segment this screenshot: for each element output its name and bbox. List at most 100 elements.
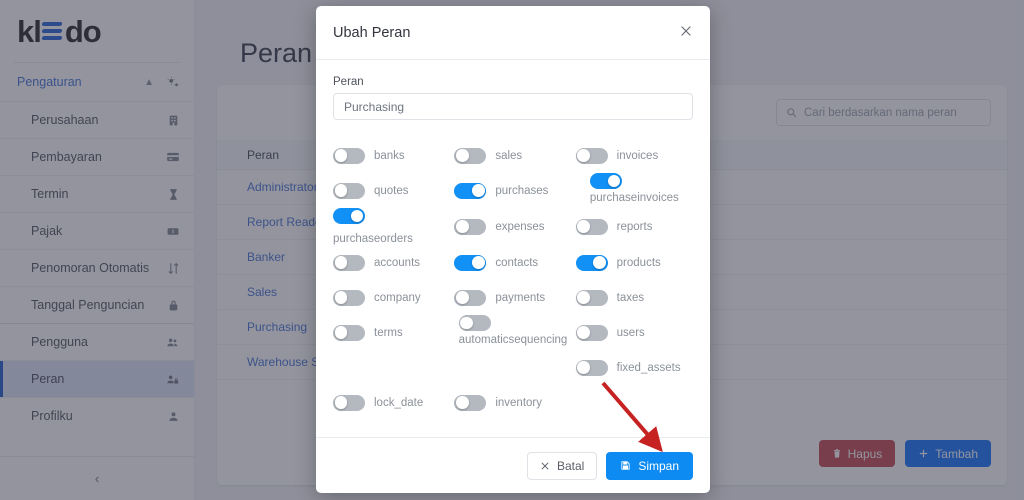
permission-toggle-taxes[interactable]: taxes bbox=[575, 280, 693, 315]
permission-toggle-contacts[interactable]: contacts bbox=[454, 245, 571, 280]
toggle-switch[interactable] bbox=[333, 394, 365, 411]
toggle-switch[interactable] bbox=[454, 289, 487, 306]
permission-toggle-products[interactable]: products bbox=[575, 245, 693, 280]
toggle-switch[interactable] bbox=[575, 324, 608, 341]
permission-label: banks bbox=[374, 149, 405, 162]
toggle-knob bbox=[460, 316, 474, 330]
permission-toggle-accounts[interactable]: accounts bbox=[333, 245, 450, 280]
permission-label: purchases bbox=[495, 184, 549, 197]
toggle-knob bbox=[471, 184, 485, 197]
cancel-button[interactable]: Batal bbox=[526, 451, 598, 480]
permission-toggle-company[interactable]: company bbox=[333, 280, 450, 315]
toggle-knob bbox=[607, 174, 621, 188]
toggle-knob bbox=[577, 220, 591, 233]
permission-label: expenses bbox=[495, 220, 545, 233]
permission-label: terms bbox=[374, 326, 403, 339]
toggle-switch[interactable] bbox=[333, 324, 365, 341]
toggle-switch[interactable] bbox=[454, 254, 487, 271]
toggle-switch[interactable] bbox=[458, 315, 491, 331]
permission-toggle-invoices[interactable]: invoices bbox=[575, 138, 693, 173]
toggle-switch[interactable] bbox=[454, 147, 487, 164]
permission-label: inventory bbox=[495, 396, 542, 409]
permission-label: purchaseinvoices bbox=[589, 192, 679, 204]
toggle-switch[interactable] bbox=[333, 254, 365, 271]
toggle-switch[interactable] bbox=[454, 394, 487, 411]
cancel-button-label: Batal bbox=[556, 458, 585, 473]
permission-toggle-sales[interactable]: sales bbox=[454, 138, 571, 173]
toggle-knob bbox=[577, 361, 591, 374]
toggle-switch[interactable] bbox=[333, 182, 365, 199]
toggle-switch[interactable] bbox=[575, 254, 608, 271]
permission-label: payments bbox=[495, 291, 546, 304]
toggle-knob bbox=[334, 149, 348, 162]
permission-label: quotes bbox=[374, 184, 409, 197]
permission-toggle-purchases[interactable]: purchases bbox=[454, 173, 571, 208]
role-name-value: Purchasing bbox=[344, 99, 405, 114]
permission-label: users bbox=[616, 326, 645, 339]
modal-header: Ubah Peran bbox=[316, 6, 710, 60]
toggle-knob bbox=[334, 184, 348, 197]
save-button-label: Simpan bbox=[638, 458, 679, 473]
toggle-knob bbox=[334, 326, 348, 339]
permission-toggle-banks[interactable]: banks bbox=[333, 138, 450, 173]
permission-label: accounts bbox=[374, 256, 421, 269]
toggle-knob bbox=[471, 256, 485, 269]
permission-toggle-quotes[interactable]: quotes bbox=[333, 173, 450, 208]
permission-toggle-users[interactable]: users bbox=[575, 315, 693, 350]
toggle-switch[interactable] bbox=[333, 208, 365, 224]
toggle-knob bbox=[593, 256, 607, 269]
permission-label: sales bbox=[495, 149, 523, 162]
permission-label: contacts bbox=[495, 256, 539, 269]
toggle-knob bbox=[577, 291, 591, 304]
toggle-knob bbox=[577, 149, 591, 162]
toggle-switch[interactable] bbox=[589, 173, 622, 189]
permission-label: products bbox=[616, 256, 661, 269]
app-root: kl do Pengaturan ▲ Perusahaan Pembayaran bbox=[0, 0, 1024, 500]
close-icon bbox=[540, 461, 550, 471]
modal-title: Ubah Peran bbox=[333, 24, 411, 41]
toggle-knob bbox=[455, 291, 469, 304]
permission-label: automaticsequencing bbox=[458, 334, 568, 346]
permission-toggle-purchaseinvoices[interactable]: purchaseinvoices bbox=[576, 173, 693, 208]
toggle-switch[interactable] bbox=[575, 218, 608, 235]
save-button[interactable]: Simpan bbox=[606, 451, 693, 480]
permission-toggle-purchaseorders[interactable]: purchaseorders bbox=[333, 208, 450, 245]
edit-role-modal: Ubah Peran Peran Purchasing banks sales in… bbox=[316, 6, 710, 493]
permission-toggle-automaticsequencing[interactable]: automaticsequencing bbox=[454, 315, 571, 350]
modal-footer: Batal Simpan bbox=[316, 437, 710, 493]
permission-toggle-lock_date[interactable]: lock_date bbox=[333, 385, 450, 420]
permission-label: reports bbox=[616, 220, 653, 233]
permission-label: taxes bbox=[616, 291, 645, 304]
toggle-switch[interactable] bbox=[575, 147, 608, 164]
toggle-switch[interactable] bbox=[575, 359, 608, 376]
toggle-switch[interactable] bbox=[454, 182, 487, 199]
toggle-knob bbox=[577, 326, 591, 339]
permission-toggle-reports[interactable]: reports bbox=[575, 208, 693, 245]
toggle-switch[interactable] bbox=[575, 289, 608, 306]
toggle-switch[interactable] bbox=[333, 147, 365, 164]
permission-toggle-expenses[interactable]: expenses bbox=[454, 208, 571, 245]
role-name-input[interactable]: Purchasing bbox=[333, 93, 693, 120]
permission-cell-empty bbox=[576, 385, 693, 420]
toggle-knob bbox=[350, 209, 364, 223]
permission-toggle-terms[interactable]: terms bbox=[333, 315, 450, 350]
toggle-knob bbox=[455, 396, 469, 409]
toggle-knob bbox=[455, 220, 469, 233]
toggle-knob bbox=[334, 256, 348, 269]
permission-toggle-inventory[interactable]: inventory bbox=[454, 385, 571, 420]
permission-cell-empty bbox=[333, 350, 450, 385]
permission-label: invoices bbox=[616, 149, 659, 162]
permission-label: fixed_assets bbox=[616, 361, 681, 374]
toggle-knob bbox=[455, 149, 469, 162]
permission-toggle-payments[interactable]: payments bbox=[454, 280, 571, 315]
toggle-switch[interactable] bbox=[333, 289, 365, 306]
close-icon[interactable] bbox=[679, 24, 693, 42]
permission-label: company bbox=[374, 291, 421, 304]
permission-toggle-fixed_assets[interactable]: fixed_assets bbox=[575, 350, 693, 385]
permissions-grid: banks sales invoices quotes purchases purchas… bbox=[333, 138, 693, 420]
permission-label: purchaseorders bbox=[333, 233, 413, 245]
save-disk-icon bbox=[620, 460, 631, 471]
toggle-switch[interactable] bbox=[454, 218, 487, 235]
role-field-label: Peran bbox=[333, 76, 364, 88]
toggle-knob bbox=[334, 396, 348, 409]
